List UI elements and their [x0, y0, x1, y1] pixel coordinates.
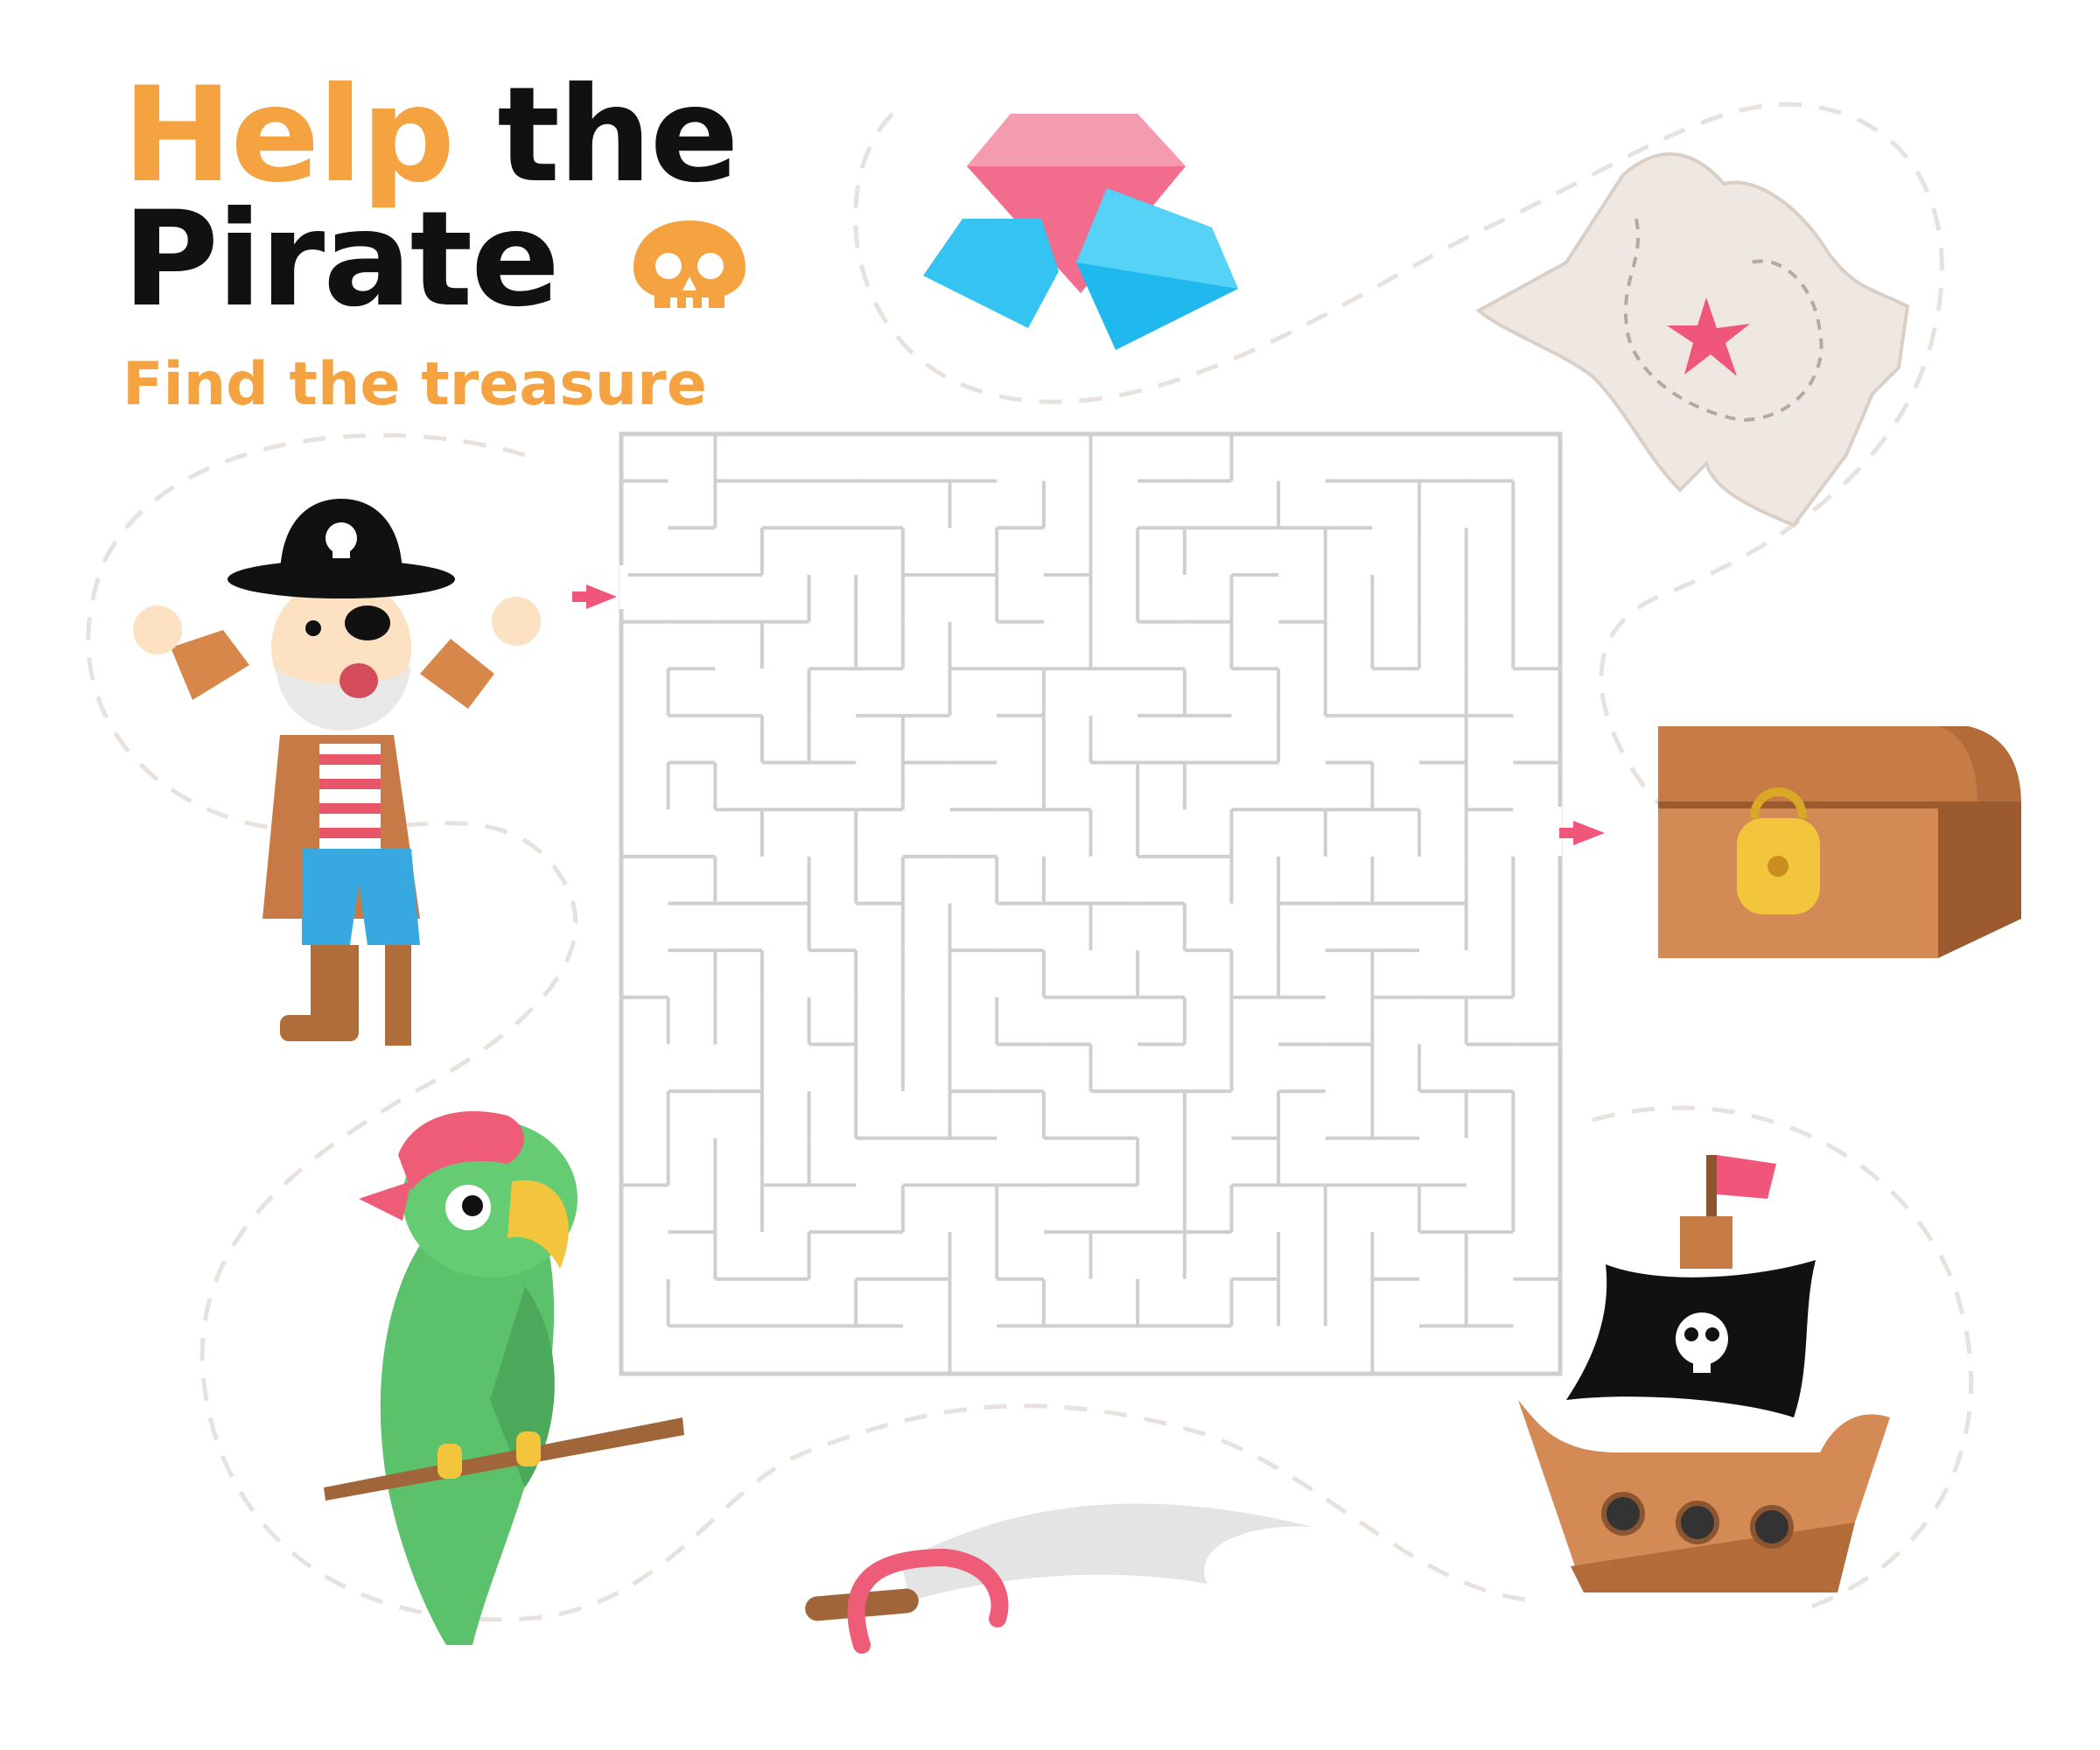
- parrot-icon: [324, 1111, 684, 1645]
- gems-icon: [923, 114, 1238, 350]
- scene: [86, 102, 2021, 1654]
- maze-entrance: [620, 565, 628, 609]
- entrance-arrow-icon: [572, 584, 617, 609]
- exit-arrow-icon: [1559, 821, 1605, 845]
- pirate-captain-icon: [133, 499, 541, 1046]
- maze: [619, 431, 1563, 1376]
- maze-walls: [621, 434, 1560, 1373]
- treasure-chest-icon: [1658, 726, 2021, 958]
- sabre-icon: [805, 1503, 1312, 1654]
- pirate-ship-icon: [1518, 1155, 1890, 1592]
- treasure-map-icon: [1475, 152, 1910, 528]
